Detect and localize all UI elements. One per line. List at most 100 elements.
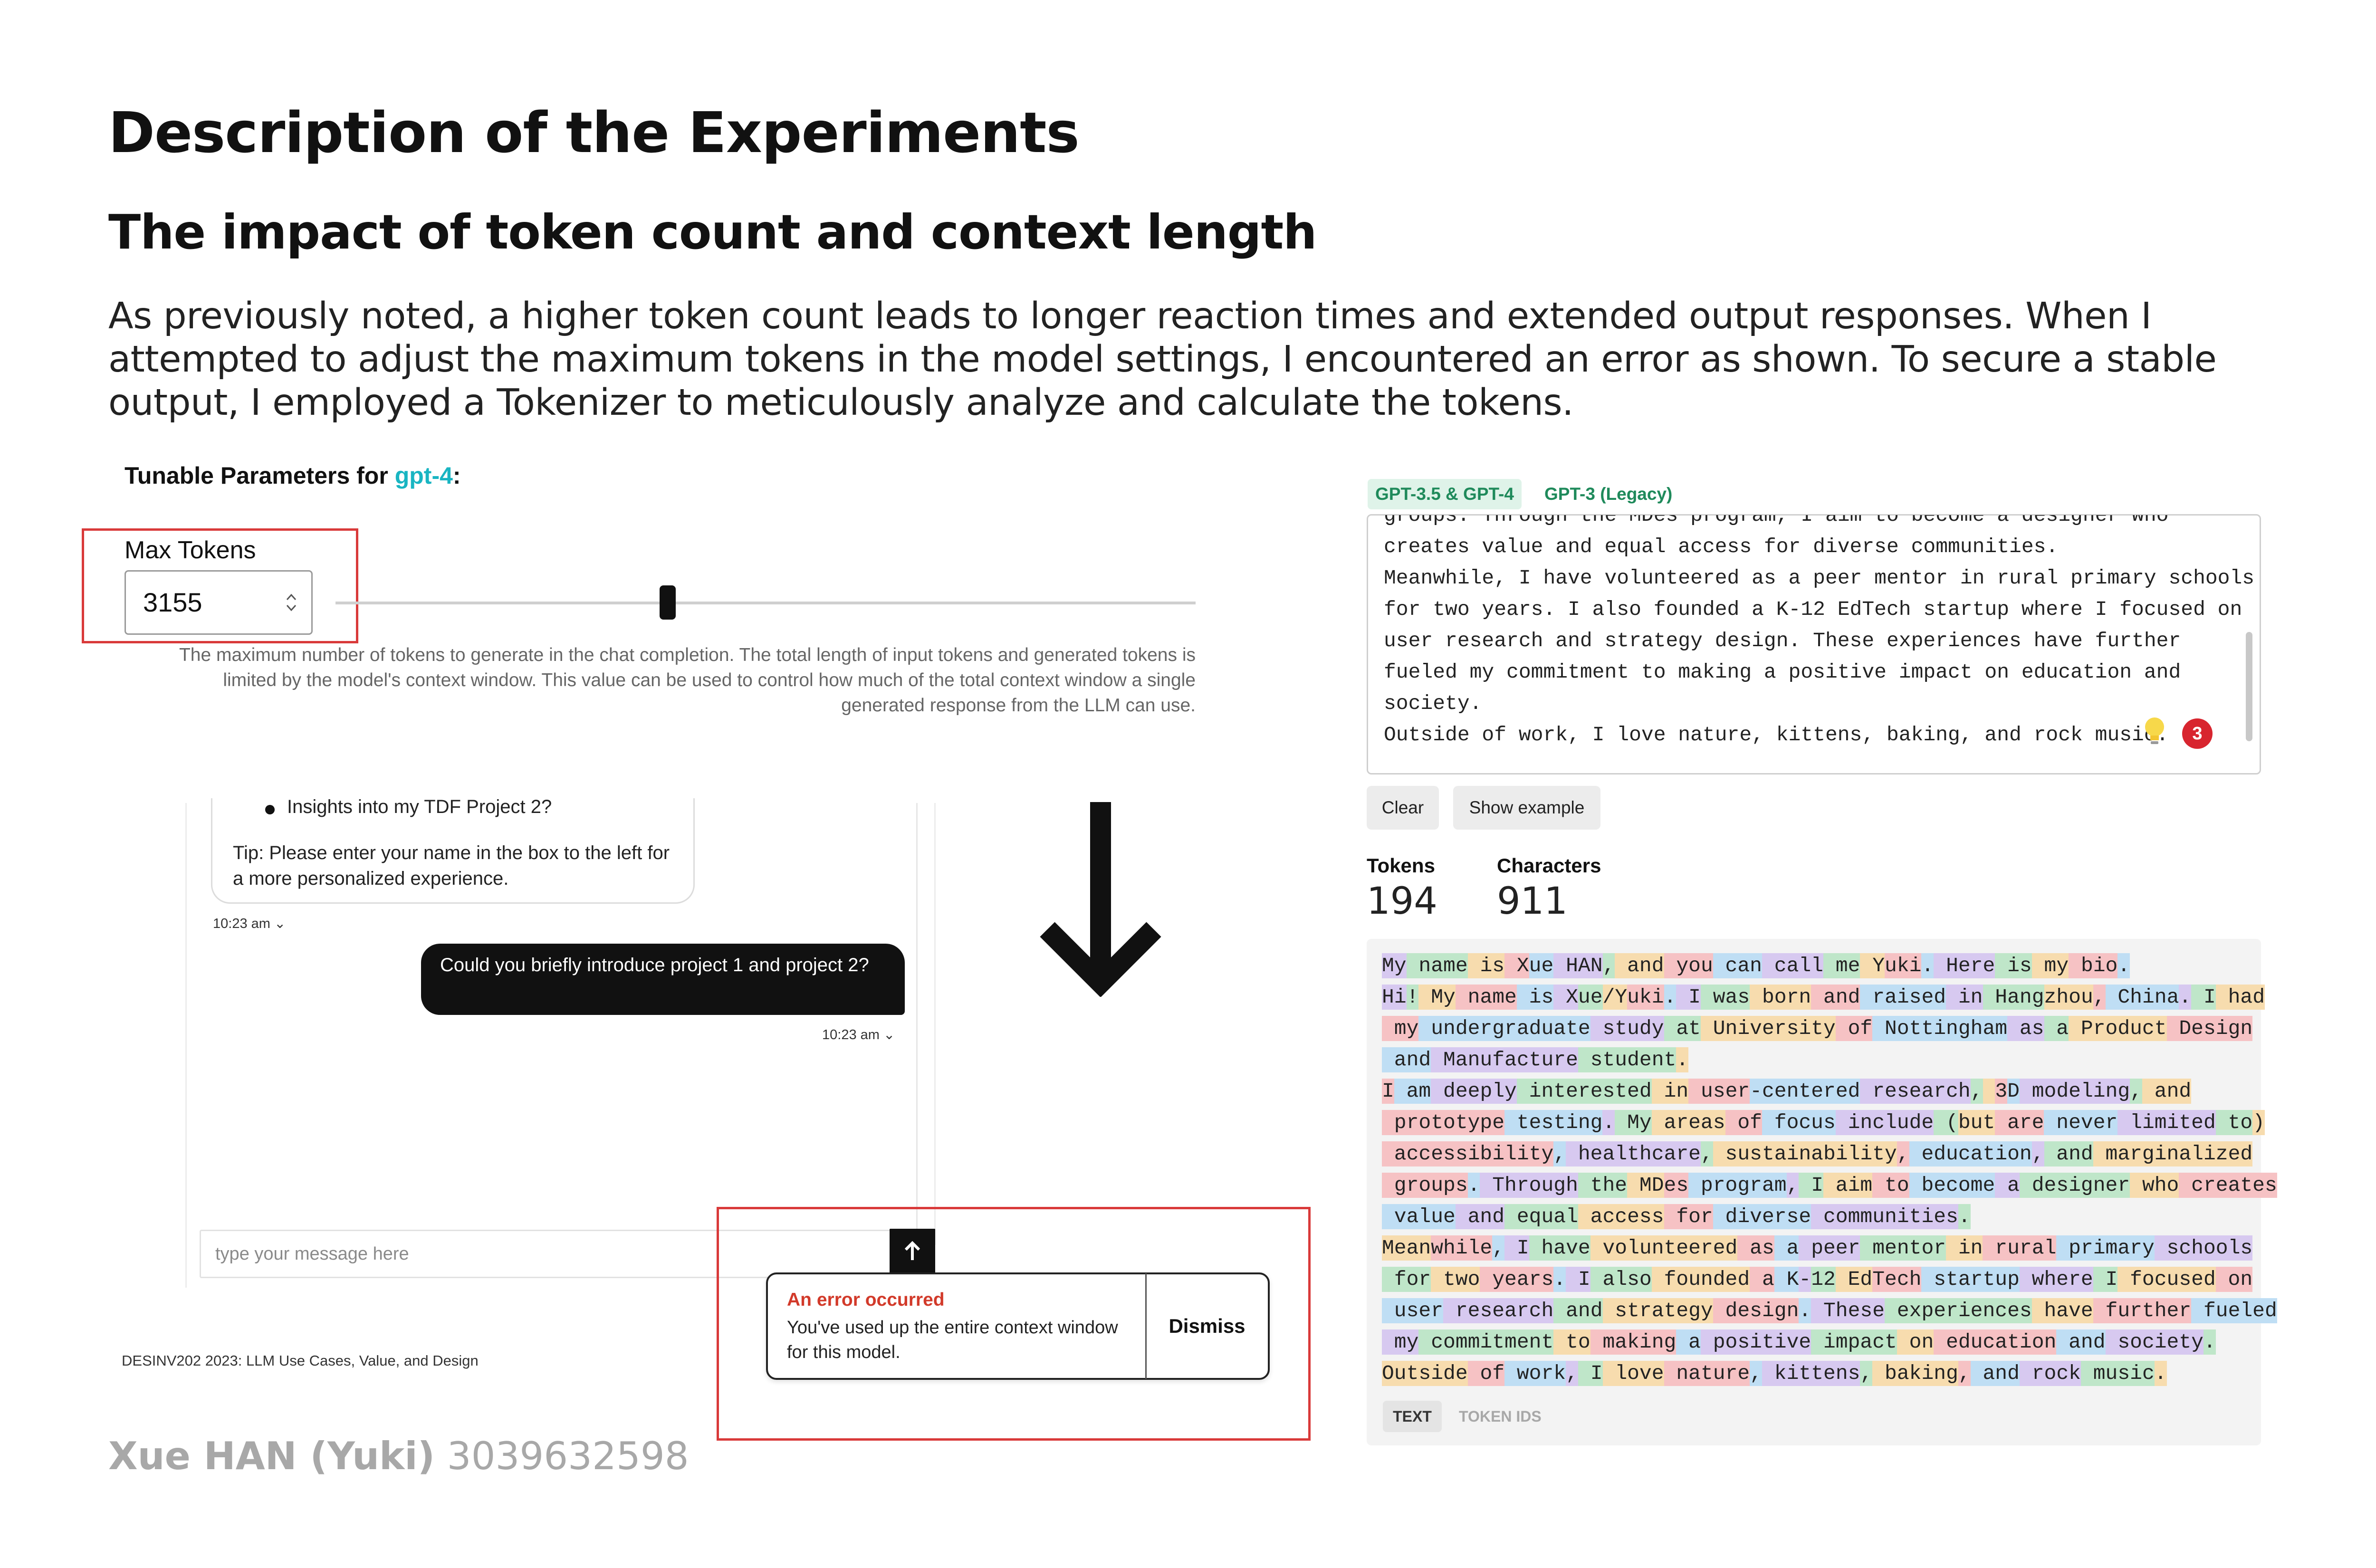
- token-line: my undergraduate study at University of …: [1382, 1013, 2256, 1044]
- text-area-line: creates value and equal access for diver…: [1384, 535, 2059, 558]
- show-example-button[interactable]: Show example: [1453, 786, 1600, 830]
- token-chip: schools: [2154, 1235, 2253, 1261]
- token-chip: 3: [1995, 1079, 2008, 1104]
- token-chip: University: [1700, 1016, 1836, 1041]
- token-chip: China: [2105, 985, 2179, 1010]
- token-chip: have: [1529, 1235, 1590, 1261]
- token-chip: 12: [1811, 1267, 1836, 1292]
- token-line: and Manufacture student.: [1382, 1044, 2256, 1076]
- token-line: for two years. I also founded a K-12 EdT…: [1382, 1264, 2256, 1295]
- tab-gpt-3-5-gpt-4[interactable]: GPT-3.5 & GPT-4: [1368, 479, 1522, 509]
- token-chip: user: [1688, 1079, 1750, 1104]
- author-credit: Xue HAN (Yuki) 3039632598: [108, 1434, 689, 1478]
- clear-button[interactable]: Clear: [1367, 786, 1439, 830]
- token-chip: love: [1602, 1361, 1664, 1386]
- text-area-line: Outside of work, I love nature, kittens,…: [1384, 723, 2169, 746]
- token-chip: was: [1700, 985, 1750, 1010]
- max-tokens-slider-track[interactable]: [335, 602, 1196, 604]
- token-chip: and: [1553, 1298, 1603, 1323]
- issue-count-badge[interactable]: 3: [2182, 718, 2213, 749]
- token-chip: prototype: [1382, 1110, 1505, 1135]
- token-chip: the: [1578, 1173, 1628, 1198]
- token-chip: .: [2154, 1361, 2167, 1386]
- author-name: Xue HAN (Yuki): [108, 1434, 435, 1478]
- token-chip: am: [1394, 1079, 1431, 1104]
- tab-text[interactable]: TEXT: [1383, 1401, 1442, 1432]
- max-tokens-slider-thumb[interactable]: [660, 585, 676, 620]
- token-chip: /Y: [1602, 985, 1628, 1010]
- token-chip: and: [2142, 1079, 2192, 1104]
- dismiss-button[interactable]: Dismiss: [1146, 1274, 1268, 1378]
- page-title: Description of the Experiments: [108, 100, 1080, 165]
- token-visualization-text: My name is Xue HAN, and you can call me …: [1382, 950, 2277, 1389]
- token-chip: you: [1664, 953, 1713, 978]
- assistant-timestamp[interactable]: 10:23 am ⌄: [213, 915, 286, 932]
- text-area-line: user research and strategy design. These…: [1384, 629, 2181, 652]
- token-chip: ,: [1750, 1361, 1762, 1386]
- token-chip: .: [1921, 953, 1934, 978]
- token-line: user research and strategy design. These…: [1382, 1295, 2277, 1327]
- token-chip: can: [1713, 953, 1762, 978]
- token-chip: (: [1934, 1110, 1958, 1135]
- text-area-scrollbar[interactable]: [2246, 632, 2252, 741]
- token-chip: include: [1835, 1110, 1934, 1135]
- token-chip: ,: [1566, 1361, 1578, 1386]
- token-chip: .: [1553, 1267, 1566, 1292]
- token-chip: a: [2044, 1016, 2069, 1041]
- token-chip: to: [1872, 1173, 1909, 1198]
- token-chip: focus: [1762, 1110, 1836, 1135]
- lightbulb-icon[interactable]: [2141, 715, 2168, 749]
- token-chip: -centered: [1750, 1079, 1860, 1104]
- token-chip: and: [2056, 1329, 2106, 1355]
- token-chip: making: [1590, 1329, 1677, 1355]
- token-chip: ,: [1602, 953, 1615, 978]
- token-chip: while: [1431, 1235, 1493, 1261]
- token-chip: uki: [1885, 953, 1922, 978]
- token-chip: nature: [1664, 1361, 1750, 1386]
- token-chip: My: [1382, 953, 1407, 978]
- token-chip: and: [1811, 985, 1860, 1010]
- token-chip: .: [1676, 1047, 1689, 1072]
- token-chip: society: [2105, 1329, 2204, 1355]
- token-chip: limited: [2117, 1110, 2216, 1135]
- user-timestamp[interactable]: 10:23 am ⌄: [822, 1026, 895, 1043]
- token-chip: for: [1664, 1204, 1713, 1229]
- token-chip: ue: [1578, 985, 1603, 1010]
- chat-panel-border-right: [934, 803, 936, 1245]
- token-line: accessibility, healthcare, sustainabilit…: [1382, 1138, 2256, 1170]
- tab-token-ids[interactable]: TOKEN IDS: [1459, 1401, 1542, 1432]
- token-line: groups. Through the MDes program, I aim …: [1382, 1170, 2277, 1201]
- token-chip: is: [1516, 985, 1554, 1010]
- token-chip: .: [1664, 985, 1677, 1010]
- token-chip: and: [1382, 1047, 1431, 1072]
- assistant-time: 10:23 am: [213, 916, 270, 931]
- token-chip: Product: [2069, 1016, 2167, 1041]
- token-chip: accessibility: [1382, 1141, 1554, 1166]
- token-chip: Tech: [1872, 1267, 1922, 1292]
- token-chip: research: [1443, 1298, 1554, 1323]
- token-line: My name is Xue HAN, and you can call me …: [1382, 950, 2256, 982]
- model-link[interactable]: gpt-4: [395, 462, 453, 489]
- token-chip: and: [1970, 1361, 2020, 1386]
- tab-gpt-3-legacy[interactable]: GPT-3 (Legacy): [1540, 479, 1677, 509]
- token-chip: at: [1664, 1016, 1701, 1041]
- token-chip: music: [2080, 1361, 2155, 1386]
- token-chip: sustainability: [1713, 1141, 1897, 1166]
- token-line: Outside of work, I love nature, kittens,…: [1382, 1358, 2256, 1389]
- token-chip: in: [1946, 985, 1983, 1010]
- spinner-icon[interactable]: [284, 591, 298, 614]
- token-line: I am deeply interested in user-centered …: [1382, 1076, 2256, 1107]
- token-chip: !: [1406, 985, 1419, 1010]
- token-chip: on: [1897, 1329, 1934, 1355]
- token-chip: of: [1725, 1110, 1762, 1135]
- token-chip: on: [2215, 1267, 2253, 1292]
- token-chip: a: [1676, 1329, 1701, 1355]
- max-tokens-help-text: The maximum number of tokens to generate…: [179, 645, 1196, 716]
- token-chip: rural: [1983, 1235, 2057, 1261]
- token-chip: primary: [2056, 1235, 2155, 1261]
- token-chip: .: [1602, 1110, 1615, 1135]
- token-chip: ,: [1700, 1141, 1713, 1166]
- token-chip: creates: [2179, 1173, 2277, 1198]
- token-chip: a: [1750, 1267, 1774, 1292]
- token-chip: work: [1504, 1361, 1566, 1386]
